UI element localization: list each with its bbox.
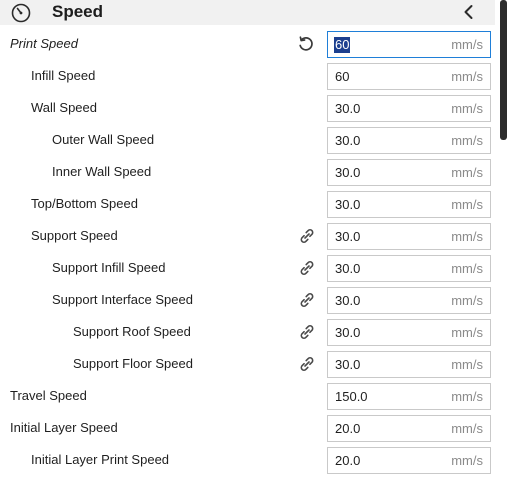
setting-row-support-interface-speed: Support Interface Speed mm/s <box>0 284 495 316</box>
setting-label: Support Floor Speed <box>73 356 193 371</box>
unit-label: mm/s <box>451 37 483 52</box>
link-icon[interactable] <box>298 323 316 341</box>
chevron-left-icon[interactable] <box>459 2 479 22</box>
travel-speed-input[interactable]: mm/s <box>327 383 491 410</box>
unit-label: mm/s <box>451 357 483 372</box>
setting-label: Infill Speed <box>31 68 96 83</box>
scrollbar[interactable] <box>500 0 507 140</box>
initial-layer-print-speed-input[interactable]: mm/s <box>327 447 491 474</box>
value-input[interactable] <box>335 320 435 345</box>
setting-row-travel-speed: Travel Speed mm/s <box>0 380 495 412</box>
setting-row-top-bottom-speed: Top/Bottom Speed mm/s <box>0 188 495 220</box>
link-icon[interactable] <box>298 355 316 373</box>
support-floor-speed-input[interactable]: mm/s <box>327 351 491 378</box>
setting-row-outer-wall-speed: Outer Wall Speed mm/s <box>0 124 495 156</box>
unit-label: mm/s <box>451 101 483 116</box>
section-title: Speed <box>52 2 104 21</box>
setting-label: Inner Wall Speed <box>52 164 152 179</box>
initial-layer-speed-input[interactable]: mm/s <box>327 415 491 442</box>
infill-speed-input[interactable]: mm/s <box>327 63 491 90</box>
setting-row-support-speed: Support Speed mm/s <box>0 220 495 252</box>
speed-section-header[interactable]: Speed <box>0 0 495 25</box>
value-input[interactable] <box>335 448 435 473</box>
speedometer-icon <box>11 3 31 23</box>
setting-label: Top/Bottom Speed <box>31 196 138 211</box>
setting-row-inner-wall-speed: Inner Wall Speed mm/s <box>0 156 495 188</box>
print-speed-input[interactable]: 60 mm/s <box>327 31 491 58</box>
unit-label: mm/s <box>451 325 483 340</box>
value-input[interactable] <box>335 160 435 185</box>
support-roof-speed-input[interactable]: mm/s <box>327 319 491 346</box>
unit-label: mm/s <box>451 389 483 404</box>
setting-label: Initial Layer Print Speed <box>31 452 170 467</box>
outer-wall-speed-input[interactable]: mm/s <box>327 127 491 154</box>
unit-label: mm/s <box>451 453 483 468</box>
setting-row-support-roof-speed: Support Roof Speed mm/s <box>0 316 495 348</box>
unit-label: mm/s <box>451 293 483 308</box>
setting-row-initial-layer-print-speed: Initial Layer Print Speed mm/s <box>0 444 495 476</box>
unit-label: mm/s <box>451 229 483 244</box>
value-input[interactable] <box>335 384 435 409</box>
setting-label: Wall Speed <box>31 100 97 115</box>
value-input[interactable] <box>335 224 435 249</box>
setting-label: Travel Speed <box>10 388 87 403</box>
setting-row-infill-speed: Infill Speed mm/s <box>0 60 495 92</box>
value-input[interactable] <box>335 192 435 217</box>
setting-label: Support Interface Speed <box>52 292 193 307</box>
reset-icon[interactable] <box>297 35 315 53</box>
setting-label: Support Roof Speed <box>73 324 191 339</box>
link-icon[interactable] <box>298 291 316 309</box>
support-infill-speed-input[interactable]: mm/s <box>327 255 491 282</box>
value-input[interactable] <box>335 64 435 89</box>
support-interface-speed-input[interactable]: mm/s <box>327 287 491 314</box>
setting-row-support-infill-speed: Support Infill Speed mm/s <box>0 252 495 284</box>
unit-label: mm/s <box>451 261 483 276</box>
inner-wall-speed-input[interactable]: mm/s <box>327 159 491 186</box>
value-input[interactable] <box>335 128 435 153</box>
unit-label: mm/s <box>451 421 483 436</box>
value-input[interactable] <box>335 288 435 313</box>
setting-label: Support Speed <box>31 228 118 243</box>
link-icon[interactable] <box>298 259 316 277</box>
setting-row-support-floor-speed: Support Floor Speed mm/s <box>0 348 495 380</box>
value-input[interactable] <box>335 96 435 121</box>
unit-label: mm/s <box>451 133 483 148</box>
setting-label: Outer Wall Speed <box>52 132 155 147</box>
unit-label: mm/s <box>451 69 483 84</box>
selected-value[interactable]: 60 <box>334 37 351 53</box>
setting-row-initial-layer-speed: Initial Layer Speed mm/s <box>0 412 495 444</box>
value-input[interactable] <box>335 352 435 377</box>
link-icon[interactable] <box>298 227 316 245</box>
value-input[interactable] <box>335 416 435 441</box>
wall-speed-input[interactable]: mm/s <box>327 95 491 122</box>
unit-label: mm/s <box>451 197 483 212</box>
setting-row-wall-speed: Wall Speed mm/s <box>0 92 495 124</box>
support-speed-input[interactable]: mm/s <box>327 223 491 250</box>
unit-label: mm/s <box>451 165 483 180</box>
setting-row-print-speed: Print Speed 60 mm/s <box>0 28 495 60</box>
setting-label: Initial Layer Speed <box>10 420 118 435</box>
setting-label: Support Infill Speed <box>52 260 166 275</box>
value-input[interactable] <box>335 256 435 281</box>
setting-label: Print Speed <box>10 36 78 51</box>
top-bottom-speed-input[interactable]: mm/s <box>327 191 491 218</box>
